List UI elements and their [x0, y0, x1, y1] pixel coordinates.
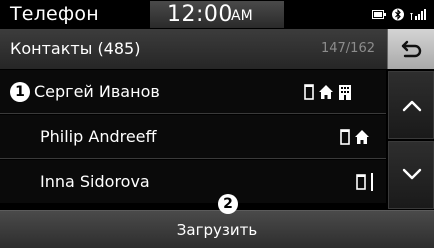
contact-name: Сергей Иванов: [34, 82, 160, 101]
home-icon: [354, 129, 370, 145]
scroll-up-button[interactable]: [388, 71, 434, 139]
bluetooth-icon: [392, 8, 404, 21]
status-icons: [372, 7, 426, 21]
mobile-icon: [304, 84, 314, 100]
office-icon: [338, 84, 352, 100]
callout-marker: 2: [218, 194, 238, 214]
home-icon: [318, 84, 334, 100]
scroll-controls: [386, 69, 434, 210]
app-title: Телефон: [10, 3, 99, 25]
contacts-header: Контакты (485) 147/162: [0, 29, 387, 69]
battery-icon: [372, 9, 386, 19]
page-count: 147/162: [320, 41, 375, 56]
contact-icons: [356, 173, 374, 191]
phone-screen: Телефон 12:00 AM Контакты (485) 147/162 …: [0, 0, 434, 248]
clock-ampm: AM: [231, 8, 253, 24]
list-item[interactable]: 1 Сергей Иванов: [0, 70, 386, 114]
contact-name: Philip Andreeff: [40, 127, 157, 146]
mobile-icon: [340, 129, 350, 145]
contact-name: Inna Sidorova: [40, 172, 150, 191]
status-bar: Телефон 12:00 AM: [0, 0, 434, 29]
clock-time: 12:00: [167, 2, 233, 27]
scroll-down-button[interactable]: [388, 141, 434, 209]
download-button[interactable]: Загрузить: [0, 210, 434, 248]
contacts-title: Контакты (485): [10, 39, 141, 58]
signal-icon: [410, 8, 426, 20]
list-item[interactable]: Inna Sidorova: [0, 160, 386, 203]
list-item[interactable]: Philip Andreeff: [0, 115, 386, 159]
back-button[interactable]: [387, 29, 434, 69]
callout-marker: 1: [10, 82, 30, 102]
mobile-icon: [356, 174, 366, 190]
contact-icons: [340, 128, 370, 146]
partial-icon: [370, 173, 374, 191]
clock: 12:00 AM: [150, 1, 284, 28]
contact-list: 1 Сергей Иванов Philip Andreeff Inna Sid…: [0, 70, 386, 210]
download-label: Загрузить: [176, 221, 258, 239]
contact-icons: [304, 83, 352, 101]
